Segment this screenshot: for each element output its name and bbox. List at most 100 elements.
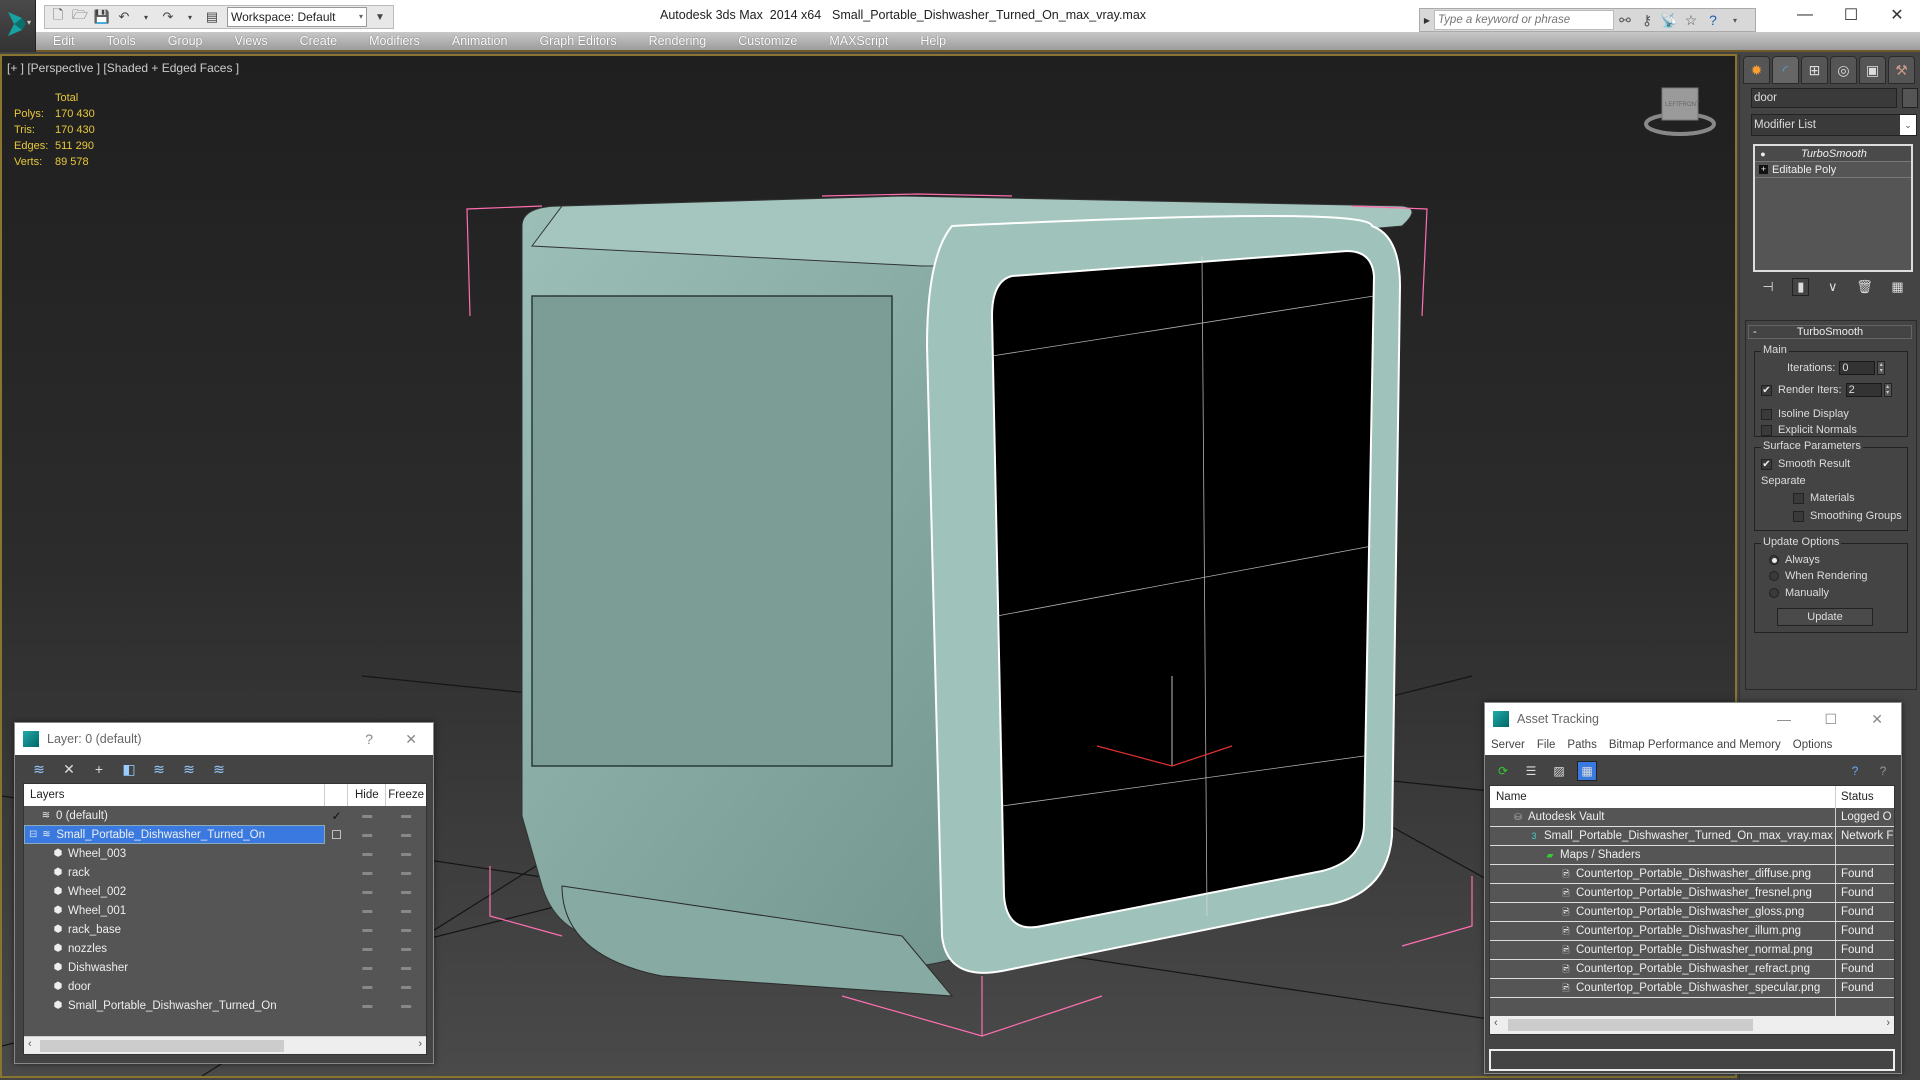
- when-rendering-radio[interactable]: [1769, 571, 1779, 581]
- asset-row[interactable]: ▰ Maps / Shaders: [1490, 846, 1894, 865]
- layer-object-row[interactable]: ⬢ nozzles ▬ ▬: [24, 939, 426, 958]
- object-color-swatch[interactable]: [1902, 88, 1918, 108]
- close-button[interactable]: ✕: [405, 731, 417, 748]
- column-freeze[interactable]: Freeze: [386, 784, 426, 806]
- layer-row[interactable]: ⊟ ≋ Small_Portable_Dishwasher_Turned_On ☐ ▬ ▬: [24, 825, 426, 844]
- column-status[interactable]: Status: [1836, 786, 1874, 808]
- plus-box-icon[interactable]: +: [1759, 165, 1768, 174]
- horizontal-scrollbar[interactable]: ‹ ›: [24, 1036, 426, 1054]
- layer-object-row[interactable]: ⬢ rack_base ▬ ▬: [24, 920, 426, 939]
- asset-dialog-titlebar[interactable]: Asset Tracking — ☐ ✕: [1485, 703, 1901, 735]
- customize-toolbar-icon[interactable]: ▼: [371, 8, 389, 26]
- menu-views[interactable]: Views: [217, 34, 282, 48]
- stack-item-turbosmooth[interactable]: ● TurboSmooth: [1755, 146, 1911, 162]
- scroll-right-icon[interactable]: ›: [418, 1038, 422, 1050]
- list-view-icon[interactable]: ☰: [1521, 761, 1541, 781]
- freeze-all-layers-icon[interactable]: ≋: [209, 759, 229, 779]
- spinner-arrows-icon[interactable]: ▴ ▾: [1883, 383, 1892, 397]
- explicit-normals-checkbox[interactable]: [1761, 424, 1772, 436]
- bulb-icon[interactable]: ●: [1755, 149, 1771, 159]
- hide-toggle[interactable]: ▬: [348, 1000, 386, 1011]
- column-name[interactable]: Name: [1490, 786, 1836, 808]
- asset-row[interactable]: 🖻 Countertop_Portable_Dishwasher_diffuse.…: [1490, 865, 1894, 884]
- asset-row[interactable]: 🖻 Countertop_Portable_Dishwasher_illum.pn…: [1490, 922, 1894, 941]
- asset-row[interactable]: 🖻 Countertop_Portable_Dishwasher_gloss.pn…: [1490, 903, 1894, 922]
- menu-create[interactable]: Create: [283, 34, 353, 48]
- layer-object-row[interactable]: ⬢ door ▬ ▬: [24, 977, 426, 996]
- layer-row[interactable]: ≋ 0 (default) ✓ ▬ ▬: [24, 806, 426, 825]
- layer-object-row[interactable]: ⬢ Wheel_002 ▬ ▬: [24, 882, 426, 901]
- object-name-field[interactable]: [1751, 88, 1897, 108]
- menu-edit[interactable]: Edit: [36, 34, 90, 48]
- motion-tab-icon[interactable]: ◎: [1830, 56, 1857, 84]
- asset-row[interactable]: 🖻 Countertop_Portable_Dishwasher_specular…: [1490, 979, 1894, 998]
- render-iters-spinner[interactable]: 2: [1845, 383, 1882, 397]
- menu-animation[interactable]: Animation: [435, 34, 523, 48]
- undo-icon[interactable]: ↶: [115, 8, 133, 26]
- collapse-icon[interactable]: ⊟: [29, 829, 37, 840]
- spinner-arrows-icon[interactable]: ▴ ▾: [1877, 361, 1886, 375]
- hide-toggle[interactable]: ▬: [348, 867, 386, 878]
- horizontal-scrollbar[interactable]: ‹ ›: [1490, 1016, 1894, 1034]
- close-button[interactable]: ✕: [1871, 711, 1883, 728]
- asset-row[interactable]: 🖻 Countertop_Portable_Dishwasher_normal.p…: [1490, 941, 1894, 960]
- asset-menu-bitmap-performance[interactable]: Bitmap Performance and Memory: [1603, 739, 1787, 751]
- freeze-toggle[interactable]: ▬: [386, 886, 426, 897]
- asset-menu-options[interactable]: Options: [1787, 739, 1839, 751]
- remove-modifier-icon[interactable]: 🗑: [1856, 279, 1873, 295]
- menu-graph-editors[interactable]: Graph Editors: [522, 34, 631, 48]
- delete-layer-icon[interactable]: ✕: [59, 759, 79, 779]
- scrollbar-thumb[interactable]: [40, 1040, 284, 1052]
- freeze-toggle[interactable]: ▬: [386, 943, 426, 954]
- freeze-toggle[interactable]: ▬: [386, 924, 426, 935]
- add-to-layer-icon[interactable]: +: [89, 759, 109, 779]
- close-button[interactable]: ✕: [1874, 0, 1920, 30]
- menu-modifiers[interactable]: Modifiers: [352, 34, 435, 48]
- smoothing-groups-checkbox[interactable]: [1793, 510, 1804, 522]
- star-icon[interactable]: ☆: [1680, 12, 1702, 29]
- open-file-icon[interactable]: 🗁: [71, 7, 89, 26]
- asset-menu-server[interactable]: Server: [1485, 739, 1531, 751]
- redo-icon[interactable]: ↷: [159, 8, 177, 26]
- render-iters-checkbox[interactable]: ✔: [1761, 384, 1772, 396]
- menu-tools[interactable]: Tools: [90, 34, 151, 48]
- show-end-result-icon[interactable]: ▮: [1792, 278, 1810, 296]
- menu-customize[interactable]: Customize: [721, 34, 812, 48]
- layer-object-row[interactable]: ⬢ Wheel_001 ▬ ▬: [24, 901, 426, 920]
- isoline-display-checkbox[interactable]: [1761, 408, 1772, 420]
- project-folder-icon[interactable]: ▤: [203, 8, 221, 26]
- modify-tab-icon[interactable]: ◜: [1772, 56, 1799, 84]
- hide-toggle[interactable]: ▬: [348, 848, 386, 859]
- stack-item-editable-poly[interactable]: + Editable Poly: [1755, 162, 1911, 178]
- freeze-toggle[interactable]: ▬: [386, 962, 426, 973]
- create-layer-icon[interactable]: ≋: [29, 759, 49, 779]
- table-view-icon[interactable]: ▦: [1577, 761, 1597, 781]
- make-unique-icon[interactable]: ∨: [1828, 279, 1838, 295]
- layer-object-row[interactable]: ⬢ rack ▬ ▬: [24, 863, 426, 882]
- asset-row[interactable]: 3 Small_Portable_Dishwasher_Turned_On_max…: [1490, 827, 1894, 846]
- hide-all-layers-icon[interactable]: ≋: [179, 759, 199, 779]
- expand-icon[interactable]: ▶: [1420, 16, 1434, 25]
- hide-toggle[interactable]: ▬: [348, 943, 386, 954]
- freeze-toggle[interactable]: ▬: [386, 867, 426, 878]
- freeze-toggle[interactable]: ▬: [386, 810, 426, 821]
- hide-toggle[interactable]: ▬: [348, 886, 386, 897]
- current-layer-toggle[interactable]: ☐: [325, 828, 349, 842]
- minimize-button[interactable]: —: [1777, 711, 1791, 727]
- freeze-toggle[interactable]: ▬: [386, 905, 426, 916]
- asset-row[interactable]: ⛁ Autodesk Vault Logged O: [1490, 808, 1894, 827]
- maximize-button[interactable]: ☐: [1828, 0, 1874, 30]
- column-hide[interactable]: Hide: [348, 784, 387, 806]
- help-dropdown-icon[interactable]: ▾: [1724, 16, 1746, 25]
- menu-rendering[interactable]: Rendering: [632, 34, 722, 48]
- rollout-header[interactable]: - TurboSmooth: [1748, 325, 1912, 339]
- freeze-toggle[interactable]: ▬: [386, 848, 426, 859]
- key-icon[interactable]: ⚷: [1636, 12, 1658, 29]
- layer-object-row[interactable]: ⬢ Small_Portable_Dishwasher_Turned_On ▬ ▬: [24, 996, 426, 1015]
- search-input[interactable]: [1434, 10, 1614, 30]
- freeze-toggle[interactable]: ▬: [386, 981, 426, 992]
- hide-toggle[interactable]: ▬: [348, 924, 386, 935]
- asset-row[interactable]: 🖻 Countertop_Portable_Dishwasher_fresnel.…: [1490, 884, 1894, 903]
- update-button[interactable]: Update: [1777, 608, 1873, 626]
- scroll-right-icon[interactable]: ›: [1886, 1017, 1890, 1029]
